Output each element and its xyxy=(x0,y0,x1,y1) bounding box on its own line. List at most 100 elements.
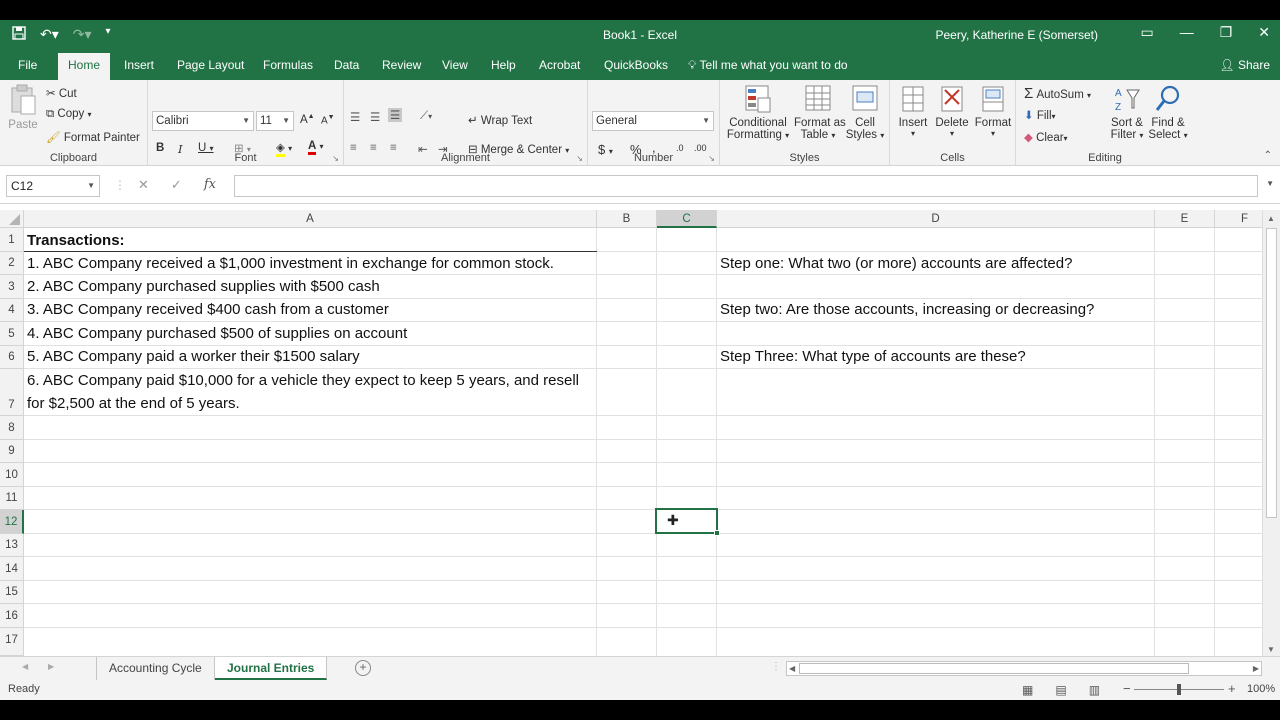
zoom-out-icon[interactable]: − xyxy=(1123,681,1131,696)
minimize-icon[interactable]: — xyxy=(1180,24,1194,41)
cell-styles-button[interactable]: Cell Styles ▾ xyxy=(844,84,886,141)
column-header-f[interactable]: F xyxy=(1215,210,1262,228)
cut-button[interactable]: ✂ Cut xyxy=(46,86,77,100)
row-header[interactable]: 16 xyxy=(0,604,24,628)
format-cells-button[interactable]: Format ▾ xyxy=(974,84,1012,138)
horizontal-scroll-thumb[interactable] xyxy=(799,663,1189,674)
cell-a6[interactable]: 5. ABC Company paid a worker their $1500… xyxy=(24,346,360,368)
cell-a1[interactable]: Transactions: xyxy=(24,230,125,252)
restore-icon[interactable]: ❐ xyxy=(1220,24,1233,41)
tab-acrobat[interactable]: Acrobat xyxy=(531,50,588,80)
zoom-level[interactable]: 100% xyxy=(1247,683,1275,695)
copy-button[interactable]: ⧉ Copy ▾ xyxy=(46,108,92,121)
user-name[interactable]: Peery, Katherine E (Somerset) xyxy=(935,28,1098,42)
insert-function-icon[interactable]: fx xyxy=(204,177,216,193)
next-sheet-icon[interactable]: ▶ xyxy=(48,662,54,671)
font-color-icon[interactable]: A ▾ xyxy=(308,140,324,155)
sheet-tab-journal-entries[interactable]: Journal Entries xyxy=(215,657,328,680)
format-painter-button[interactable]: 🖌︎ Format Painter xyxy=(46,130,140,144)
orientation-icon[interactable]: ⟋▾ xyxy=(420,110,432,123)
cell-d2[interactable]: Step one: What two (or more) accounts ar… xyxy=(717,253,1072,275)
cell-d4[interactable]: Step two: Are those accounts, increasing… xyxy=(717,299,1094,321)
vertical-scroll-thumb[interactable] xyxy=(1266,228,1277,518)
share-button[interactable]: 👤︎ Share xyxy=(1219,50,1270,80)
row-header[interactable]: 7 xyxy=(0,369,24,416)
tab-review[interactable]: Review xyxy=(374,50,429,80)
row-header[interactable]: 5 xyxy=(0,322,24,346)
fill-button[interactable]: ⬇ Fill▾ xyxy=(1024,108,1056,122)
middle-align-icon[interactable]: ☰ xyxy=(370,110,380,124)
column-header-b[interactable]: B xyxy=(597,210,657,228)
cell-a2[interactable]: 1. ABC Company received a $1,000 investm… xyxy=(24,253,554,275)
tab-formulas[interactable]: Formulas xyxy=(255,50,321,80)
new-sheet-icon[interactable]: + xyxy=(355,660,371,676)
scroll-down-icon[interactable]: ▼ xyxy=(1267,645,1275,654)
dialog-launcher-icon[interactable]: ↘ xyxy=(576,154,583,163)
tab-data[interactable]: Data xyxy=(326,50,367,80)
cell-a5[interactable]: 4. ABC Company purchased $500 of supplie… xyxy=(24,323,407,345)
delete-cells-button[interactable]: Delete ▾ xyxy=(934,84,970,138)
cell-a4[interactable]: 3. ABC Company received $400 cash from a… xyxy=(24,299,389,321)
tab-quickbooks[interactable]: QuickBooks xyxy=(596,50,676,80)
row-header[interactable]: 1 xyxy=(0,228,24,252)
dialog-launcher-icon[interactable]: ↘ xyxy=(708,154,715,163)
fill-handle[interactable] xyxy=(714,530,720,536)
row-header[interactable]: 6 xyxy=(0,346,24,369)
row-header[interactable]: 4 xyxy=(0,299,24,322)
tab-help[interactable]: Help xyxy=(483,50,524,80)
vertical-scrollbar[interactable]: ▲ ▼ xyxy=(1262,210,1280,656)
tab-home[interactable]: Home xyxy=(58,53,111,80)
tab-split-handle-icon[interactable]: ⋮ xyxy=(771,661,781,672)
page-break-view-icon[interactable]: ▥ xyxy=(1089,683,1100,697)
row-header[interactable]: 3 xyxy=(0,275,24,299)
tab-view[interactable]: View xyxy=(434,50,476,80)
ribbon-display-options-icon[interactable]: ▭ xyxy=(1140,24,1153,41)
prev-sheet-icon[interactable]: ◀ xyxy=(22,662,28,671)
bottom-align-icon[interactable]: ☰ xyxy=(388,108,403,122)
font-name-select[interactable]: Calibri ▼ xyxy=(152,111,254,131)
column-header-d[interactable]: D xyxy=(717,210,1155,228)
paste-button[interactable]: Paste xyxy=(6,84,40,131)
tab-insert[interactable]: Insert xyxy=(116,50,162,80)
cell-a7[interactable]: 6. ABC Company paid $10,000 for a vehicl… xyxy=(24,369,594,415)
wrap-text-button[interactable]: ↵ Wrap Text xyxy=(468,113,532,127)
row-header[interactable]: 8 xyxy=(0,416,24,440)
horizontal-scrollbar[interactable]: ◀ ▶ xyxy=(786,661,1262,676)
scroll-up-icon[interactable]: ▲ xyxy=(1267,214,1275,223)
decrease-font-icon[interactable]: A▼ xyxy=(321,114,335,126)
page-layout-view-icon[interactable]: ▤ xyxy=(1055,683,1066,697)
scroll-left-icon[interactable]: ◀ xyxy=(789,664,795,673)
tell-me-search[interactable]: 💡︎ Tell me what you want to do xyxy=(688,50,848,80)
close-icon[interactable]: ✕ xyxy=(1258,24,1270,41)
autosum-button[interactable]: Σ AutoSum ▾ xyxy=(1024,85,1091,102)
enter-icon[interactable]: ✓ xyxy=(171,177,182,193)
row-header[interactable]: 15 xyxy=(0,581,24,604)
cancel-icon[interactable]: ✕ xyxy=(138,177,149,193)
row-header[interactable]: 14 xyxy=(0,557,24,581)
expand-formula-bar-icon[interactable]: ▼ xyxy=(1266,179,1274,188)
cell-d6[interactable]: Step Three: What type of accounts are th… xyxy=(717,346,1026,368)
column-header-c[interactable]: C xyxy=(657,210,717,228)
name-box[interactable]: C12 ▼ xyxy=(6,175,100,197)
sheet-tab-accounting-cycle[interactable]: Accounting Cycle xyxy=(96,657,215,680)
zoom-in-icon[interactable]: + xyxy=(1228,681,1236,696)
tab-file[interactable]: File xyxy=(10,50,45,80)
clear-button[interactable]: ◆ Clear▾ xyxy=(1024,130,1068,144)
normal-view-icon[interactable]: ▦ xyxy=(1022,683,1033,697)
increase-font-icon[interactable]: A▲ xyxy=(300,113,315,126)
row-header[interactable]: 12 xyxy=(0,510,24,534)
row-header[interactable]: 11 xyxy=(0,487,24,510)
row-header[interactable]: 9 xyxy=(0,440,24,463)
cell-a3[interactable]: 2. ABC Company purchased supplies with $… xyxy=(24,276,380,298)
conditional-formatting-button[interactable]: Conditional Formatting ▾ xyxy=(726,84,790,141)
top-align-icon[interactable]: ☰ xyxy=(350,110,360,124)
row-header[interactable]: 2 xyxy=(0,252,24,275)
tab-page-layout[interactable]: Page Layout xyxy=(169,50,252,80)
dialog-launcher-icon[interactable]: ↘ xyxy=(332,154,339,163)
active-cell-c12[interactable] xyxy=(655,508,720,536)
column-header-a[interactable]: A xyxy=(24,210,597,228)
worksheet-grid[interactable]: A B C D E F 1 2 3 4 5 6 7 8 9 10 11 12 1… xyxy=(0,210,1262,656)
number-format-select[interactable]: General ▼ xyxy=(592,111,714,131)
column-header-e[interactable]: E xyxy=(1155,210,1215,228)
sort-filter-button[interactable]: AZ Sort & Filter ▾ xyxy=(1108,84,1146,141)
